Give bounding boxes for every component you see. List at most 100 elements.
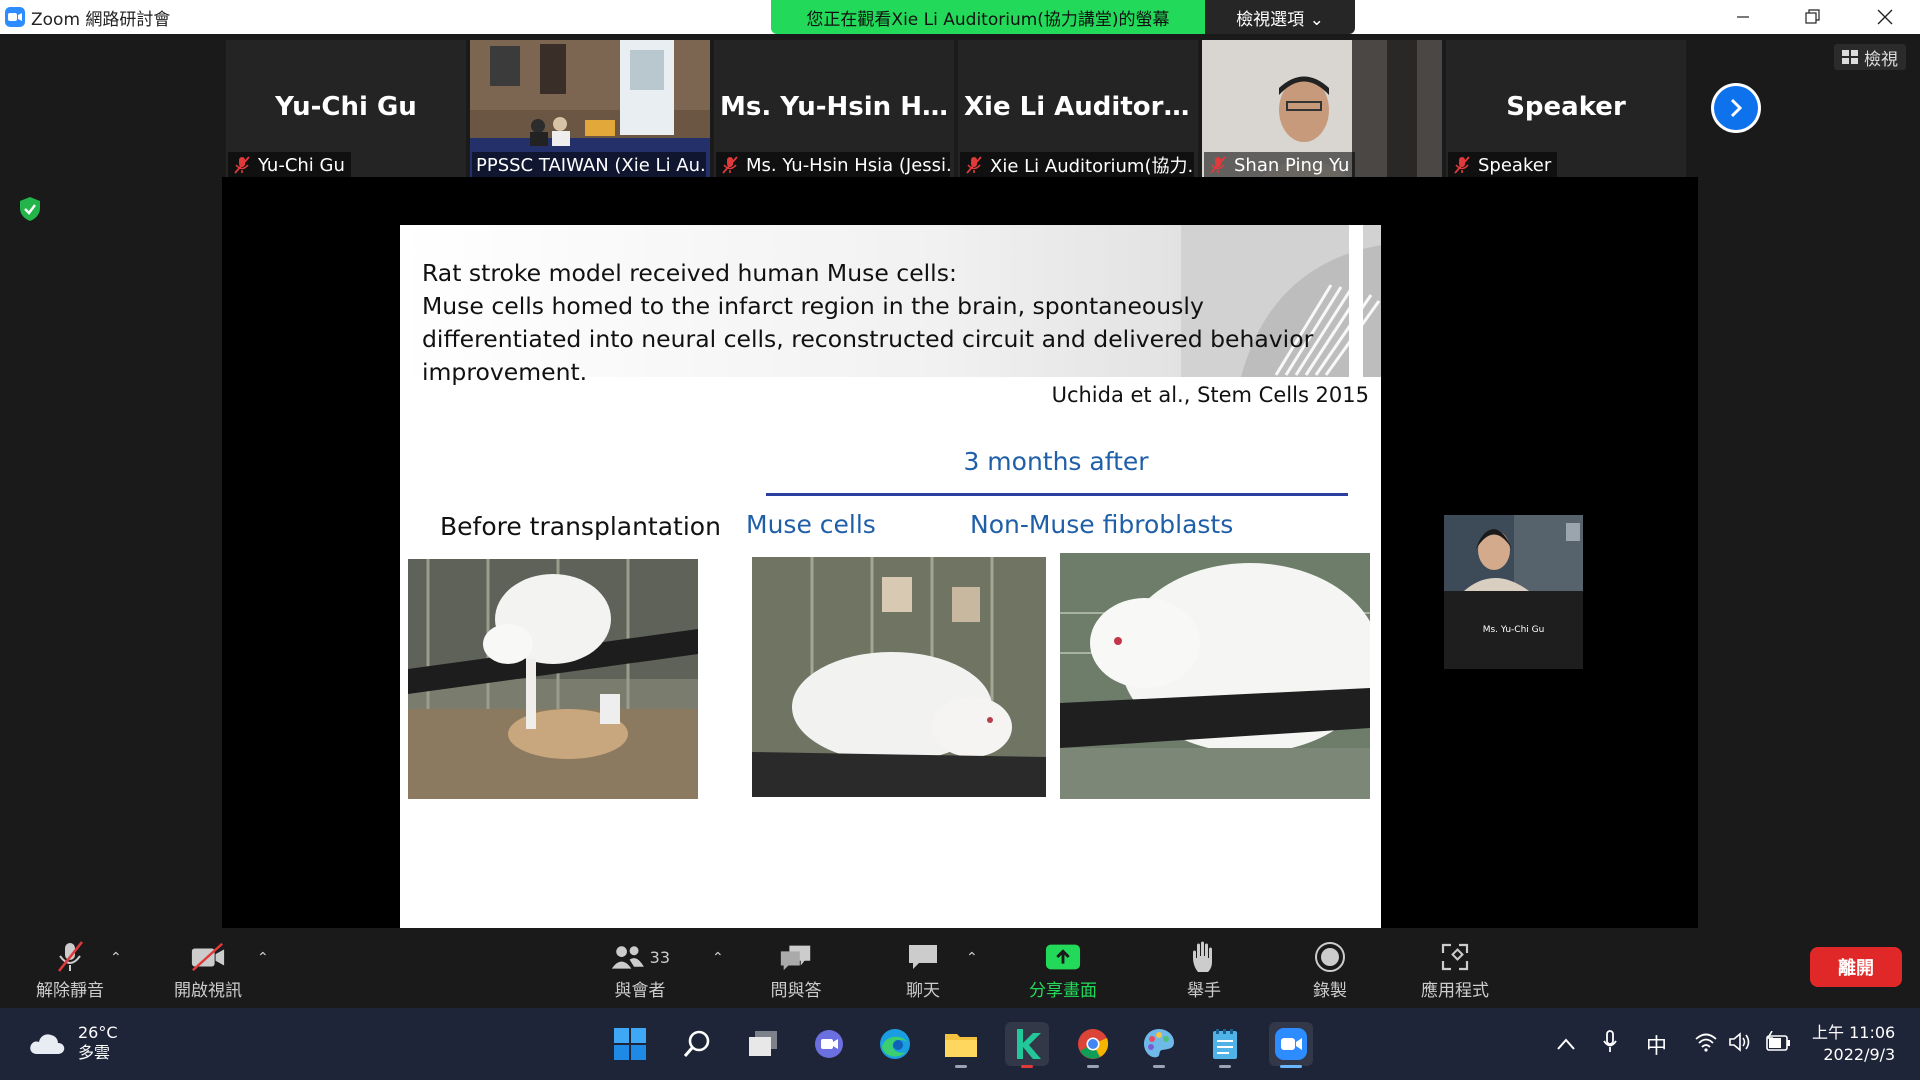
next-page-button[interactable] bbox=[1711, 83, 1761, 133]
k-app-icon bbox=[1017, 1029, 1041, 1059]
participant-name: Yu-Chi Gu bbox=[258, 154, 345, 176]
participants-button[interactable]: 33 與會者 bbox=[600, 940, 680, 1001]
minimize-button[interactable] bbox=[1708, 0, 1778, 34]
participant-count: 33 bbox=[649, 947, 670, 967]
edge-button[interactable] bbox=[873, 1022, 917, 1066]
participants-options-caret-icon[interactable]: ⌃ bbox=[712, 950, 724, 966]
close-button[interactable] bbox=[1850, 0, 1920, 34]
apps-label: 應用程式 bbox=[1421, 981, 1489, 1001]
window-title: Zoom 網路研討會 bbox=[31, 9, 171, 30]
participant-display-name: Xie Li Auditoriu... bbox=[964, 92, 1198, 122]
battery-button[interactable] bbox=[1764, 1030, 1792, 1058]
start-video-button[interactable]: 開啟視訊 bbox=[168, 940, 248, 1001]
qa-label: 問與答 bbox=[770, 981, 822, 1001]
running-indicator bbox=[1219, 1065, 1231, 1068]
participant-name: Speaker bbox=[1478, 154, 1552, 176]
chat-options-caret-icon[interactable]: ⌃ bbox=[966, 950, 978, 966]
participant-name: Ms. Yu-Hsin Hsia (Jessi... bbox=[746, 154, 950, 176]
record-icon bbox=[1315, 942, 1345, 972]
chat-icon bbox=[909, 945, 937, 969]
audio-options-caret-icon[interactable]: ⌃ bbox=[110, 950, 122, 966]
microphone-tray-button[interactable] bbox=[1602, 1030, 1618, 1059]
file-explorer-button[interactable] bbox=[939, 1022, 983, 1068]
participant-tile[interactable]: Yu-Chi Gu Yu-Chi Gu bbox=[226, 40, 466, 180]
slide-body: Rat stroke model received human Muse cel… bbox=[422, 257, 1362, 389]
microphone-icon bbox=[1603, 1030, 1617, 1052]
running-indicator bbox=[1021, 1065, 1033, 1068]
mic-muted-icon bbox=[1454, 156, 1470, 174]
share-screen-button[interactable]: 分享畫面 bbox=[1018, 940, 1108, 1001]
wifi-button[interactable] bbox=[1694, 1032, 1718, 1057]
participant-tile[interactable]: Speaker Speaker bbox=[1446, 40, 1686, 180]
system-clock[interactable]: 上午 11:06 2022/9/3 bbox=[1812, 1022, 1895, 1066]
qa-icon bbox=[780, 945, 811, 971]
zoom-taskbar-button[interactable] bbox=[1269, 1022, 1313, 1068]
sharing-banner: 您正在觀看Xie Li Auditorium(協力講堂)的螢幕 bbox=[771, 0, 1205, 34]
weather-widget[interactable]: 26°C 多雲 bbox=[28, 1023, 118, 1063]
folder-icon bbox=[945, 1034, 977, 1057]
running-indicator bbox=[1087, 1065, 1099, 1068]
start-video-label: 開啟視訊 bbox=[174, 981, 242, 1001]
view-options-button[interactable]: 檢視選項 ⌄ bbox=[1205, 0, 1355, 34]
minimize-icon bbox=[1737, 16, 1749, 18]
mic-muted-icon bbox=[57, 941, 84, 972]
slide-line-2: Muse cells homed to the infarct region i… bbox=[422, 292, 1314, 386]
input-method-indicator[interactable]: 中 bbox=[1646, 1030, 1667, 1060]
restore-button[interactable] bbox=[1778, 0, 1848, 34]
grid-icon bbox=[1842, 50, 1858, 64]
video-options-caret-icon[interactable]: ⌃ bbox=[257, 950, 269, 966]
muse-caption: Muse cells bbox=[746, 510, 876, 539]
record-label: 錄製 bbox=[1313, 981, 1347, 1001]
view-button[interactable]: 檢視 bbox=[1834, 44, 1906, 70]
volume-button[interactable] bbox=[1728, 1032, 1752, 1057]
apps-icon bbox=[1441, 943, 1469, 971]
self-view-tile[interactable]: Ms. Yu-Chi Gu bbox=[1444, 515, 1583, 669]
slide-line-1: Rat stroke model received human Muse cel… bbox=[422, 259, 957, 287]
start-button[interactable] bbox=[608, 1022, 652, 1066]
search-button[interactable] bbox=[675, 1022, 719, 1066]
palette-icon bbox=[1144, 1029, 1174, 1058]
participant-tile[interactable]: Xie Li Auditoriu... Xie Li Auditorium(協力… bbox=[958, 40, 1198, 180]
nonmuse-caption: Non-Muse fibroblasts bbox=[970, 510, 1234, 539]
cloud-icon bbox=[30, 1034, 65, 1054]
mic-muted-icon bbox=[234, 156, 250, 174]
participant-tile-active[interactable]: PPSSC TAIWAN (Xie Li Au... bbox=[470, 40, 710, 180]
teams-chat-button[interactable] bbox=[807, 1022, 851, 1066]
participant-gallery: Yu-Chi Gu Yu-Chi Gu PPSSC TAIWAN (Xie Li… bbox=[226, 40, 1686, 180]
notepad-icon bbox=[1213, 1029, 1237, 1059]
unmute-button[interactable]: 解除靜音 bbox=[30, 940, 110, 1001]
participant-tile[interactable]: Ms. Yu-Hsin Hsi... Ms. Yu-Hsin Hsia (Jes… bbox=[714, 40, 954, 180]
participant-display-name: Yu-Chi Gu bbox=[275, 92, 417, 122]
chat-button[interactable]: 聊天 bbox=[883, 940, 963, 1001]
running-indicator bbox=[1153, 1065, 1165, 1068]
paint-button[interactable] bbox=[1137, 1022, 1181, 1068]
search-icon bbox=[683, 1030, 710, 1057]
months-after-heading: 3 months after bbox=[963, 447, 1149, 476]
show-hidden-icons-button[interactable] bbox=[1556, 1032, 1576, 1056]
zoom-icon bbox=[1275, 1028, 1307, 1060]
clock-time: 上午 11:06 bbox=[1812, 1023, 1896, 1042]
k-app-button[interactable] bbox=[1005, 1022, 1049, 1068]
leave-button[interactable]: 離開 bbox=[1810, 947, 1902, 987]
windows-start-icon bbox=[614, 1028, 646, 1060]
participant-label: Xie Li Auditorium(協力... bbox=[960, 152, 1194, 178]
apps-button[interactable]: 應用程式 bbox=[1410, 940, 1500, 1001]
task-view-button[interactable] bbox=[741, 1022, 785, 1066]
wifi-icon bbox=[1695, 1033, 1717, 1052]
unmute-label: 解除靜音 bbox=[36, 981, 104, 1001]
slide-header: Rat stroke model received human Muse cel… bbox=[400, 225, 1381, 386]
task-view-icon bbox=[749, 1031, 777, 1056]
raise-hand-icon bbox=[1193, 941, 1212, 972]
raise-hand-button[interactable]: 舉手 bbox=[1164, 940, 1244, 1001]
zoom-icon bbox=[5, 7, 25, 27]
qa-button[interactable]: 問與答 bbox=[756, 940, 836, 1001]
participant-label: Yu-Chi Gu bbox=[228, 152, 351, 178]
encryption-shield-icon[interactable] bbox=[18, 196, 42, 222]
participant-name: Shan Ping Yu bbox=[1234, 154, 1350, 176]
notepad-button[interactable] bbox=[1203, 1022, 1247, 1068]
chrome-button[interactable] bbox=[1071, 1022, 1115, 1068]
participant-tile[interactable]: Shan Ping Yu bbox=[1202, 40, 1442, 180]
share-screen-label: 分享畫面 bbox=[1029, 981, 1097, 1001]
mic-muted-icon bbox=[722, 156, 738, 174]
record-button[interactable]: 錄製 bbox=[1290, 940, 1370, 1001]
